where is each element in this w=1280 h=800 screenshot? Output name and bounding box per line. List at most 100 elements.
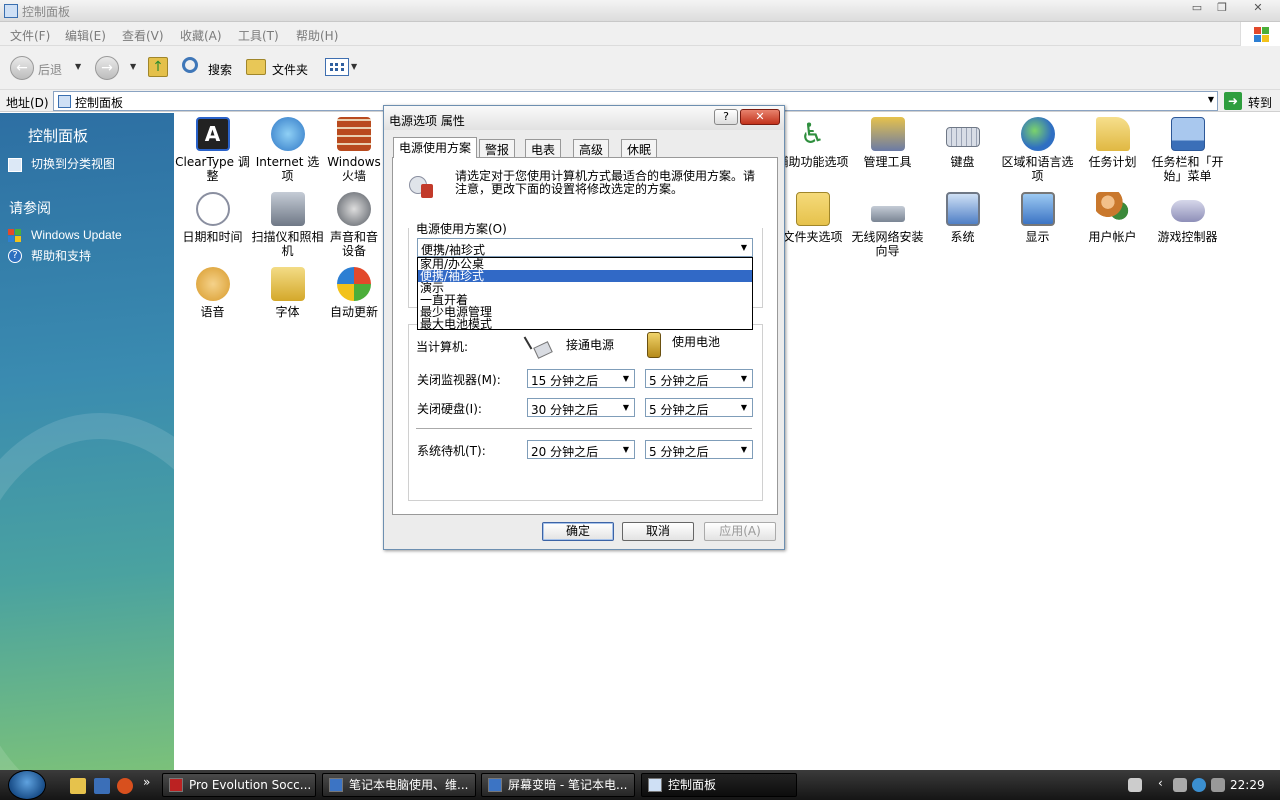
keyboard-item[interactable]: 键盘 bbox=[925, 117, 1000, 169]
minimize-button[interactable]: ▭ bbox=[1186, 1, 1208, 15]
up-folder-icon[interactable]: ↑ bbox=[148, 57, 168, 77]
scheme-option-selected[interactable]: 便携/袖珍式 bbox=[418, 270, 752, 282]
taskbar-start-item[interactable]: 任务栏和「开始」菜单 bbox=[1150, 117, 1225, 183]
ie-icon bbox=[488, 778, 502, 792]
task-button-laptop-guide[interactable]: 笔记本电脑使用、维... bbox=[322, 773, 476, 797]
tab-advanced[interactable]: 高级 bbox=[573, 139, 610, 157]
dialog-close-button[interactable]: ✕ bbox=[740, 109, 780, 125]
sound-devices-item[interactable]: 声音和音设备 bbox=[325, 192, 383, 258]
forward-arrow-icon[interactable]: → bbox=[95, 56, 119, 80]
user-accounts-icon bbox=[1095, 192, 1130, 226]
start-button[interactable] bbox=[8, 770, 46, 800]
scheduled-tasks-item[interactable]: 任务计划 bbox=[1075, 117, 1150, 169]
task-button-screen-dim[interactable]: 屏幕变暗 - 笔记本电... bbox=[481, 773, 635, 797]
cancel-button[interactable]: 取消 bbox=[622, 522, 694, 541]
scanners-cameras-item[interactable]: 扫描仪和照相机 bbox=[250, 192, 325, 258]
display-icon bbox=[1020, 192, 1055, 226]
tray-expand-icon[interactable]: ‹ bbox=[1158, 776, 1163, 790]
back-button[interactable]: 后退 bbox=[38, 61, 62, 78]
windows-update-link[interactable]: Windows Update bbox=[31, 228, 122, 242]
maximize-button[interactable]: ❐ bbox=[1211, 1, 1233, 15]
date-time-item[interactable]: 日期和时间 bbox=[175, 192, 250, 244]
game-controllers-item[interactable]: 游戏控制器 bbox=[1150, 192, 1225, 244]
power-tray-icon[interactable] bbox=[1173, 778, 1187, 792]
keyboard-tray-icon[interactable] bbox=[1128, 778, 1142, 792]
scheme-option[interactable]: 演示 bbox=[418, 282, 752, 294]
chevron-down-icon[interactable]: ▼ bbox=[737, 371, 751, 386]
menu-favorites[interactable]: 收藏(A) bbox=[180, 27, 222, 44]
ok-button[interactable]: 确定 bbox=[542, 522, 614, 541]
search-icon[interactable] bbox=[182, 57, 198, 73]
dialog-title: 电源选项 属性 bbox=[389, 114, 465, 128]
user-accounts-item[interactable]: 用户帐户 bbox=[1075, 192, 1150, 244]
quicklaunch-app-icon[interactable] bbox=[117, 778, 133, 794]
back-arrow-icon[interactable]: ← bbox=[10, 56, 34, 80]
folders-icon[interactable] bbox=[246, 59, 266, 75]
display-item[interactable]: 显示 bbox=[1000, 192, 1075, 244]
system-item[interactable]: 系统 bbox=[925, 192, 1000, 244]
tab-hibernate[interactable]: 休眠 bbox=[621, 139, 658, 157]
tab-power-schemes[interactable]: 电源使用方案 bbox=[393, 137, 478, 158]
standby-ac-select[interactable]: 20 分钟之后 ▼ bbox=[527, 440, 635, 459]
chevron-down-icon[interactable]: ▼ bbox=[619, 371, 633, 386]
apply-button[interactable]: 应用(A) bbox=[704, 522, 776, 541]
back-dropdown-icon[interactable]: ▼ bbox=[75, 62, 81, 71]
menu-file[interactable]: 文件(F) bbox=[10, 27, 50, 44]
quicklaunch-doc-icon[interactable] bbox=[94, 778, 110, 794]
scheme-option[interactable]: 最大电池模式 bbox=[418, 318, 752, 330]
window-title: 控制面板 bbox=[22, 5, 71, 19]
regional-language-item[interactable]: 区域和语言选项 bbox=[1000, 117, 1075, 183]
folders-button[interactable]: 文件夹 bbox=[272, 61, 308, 78]
menu-tools[interactable]: 工具(T) bbox=[238, 27, 279, 44]
search-button[interactable]: 搜索 bbox=[208, 61, 232, 78]
views-icon[interactable] bbox=[325, 58, 349, 76]
scheme-dropdown-list[interactable]: 家用/办公桌 便携/袖珍式 演示 一直开着 最少电源管理 最大电池模式 bbox=[417, 257, 753, 330]
chevron-down-icon[interactable]: ▼ bbox=[1208, 95, 1214, 104]
network-tray-icon[interactable] bbox=[1192, 778, 1206, 792]
clock[interactable]: 22:29 bbox=[1230, 778, 1265, 792]
standby-dc-select[interactable]: 5 分钟之后 ▼ bbox=[645, 440, 753, 459]
views-dropdown-icon[interactable]: ▼ bbox=[351, 62, 357, 71]
volume-tray-icon[interactable] bbox=[1211, 778, 1225, 792]
help-button[interactable]: ? bbox=[714, 109, 738, 125]
chevron-down-icon[interactable]: ▼ bbox=[737, 400, 751, 415]
cleartype-item[interactable]: A ClearType 调整 bbox=[175, 117, 250, 183]
chevron-down-icon[interactable]: ▼ bbox=[737, 240, 751, 255]
chevron-down-icon[interactable]: ▼ bbox=[737, 442, 751, 457]
folder-options-item[interactable]: 文件夹选项 bbox=[775, 192, 850, 244]
quicklaunch-overflow-icon[interactable]: » bbox=[143, 775, 150, 789]
accessibility-item[interactable]: ♿ 辅助功能选项 bbox=[775, 117, 850, 169]
chevron-down-icon[interactable]: ▼ bbox=[619, 442, 633, 457]
go-button[interactable]: ➜ 转到 bbox=[1222, 91, 1280, 111]
quicklaunch-user-icon[interactable] bbox=[70, 778, 86, 794]
switch-category-view-link[interactable]: 切换到分类视图 bbox=[31, 155, 115, 172]
internet-options-item[interactable]: Internet 选项 bbox=[250, 117, 325, 183]
chevron-down-icon[interactable]: ▼ bbox=[619, 400, 633, 415]
disk-dc-select[interactable]: 5 分钟之后 ▼ bbox=[645, 398, 753, 417]
auto-update-item[interactable]: 自动更新 bbox=[325, 267, 383, 319]
scheme-select[interactable]: 便携/袖珍式 ▼ bbox=[417, 238, 753, 257]
help-support-link[interactable]: 帮助和支持 bbox=[31, 247, 91, 264]
ie-icon bbox=[329, 778, 343, 792]
monitor-dc-select[interactable]: 5 分钟之后 ▼ bbox=[645, 369, 753, 388]
task-button-pes[interactable]: Pro Evolution Socc... bbox=[162, 773, 316, 797]
firewall-item[interactable]: Windows 火墙 bbox=[325, 117, 383, 183]
menu-view[interactable]: 查看(V) bbox=[122, 27, 164, 44]
monitor-ac-select[interactable]: 15 分钟之后 ▼ bbox=[527, 369, 635, 388]
icon-label: ClearType 调整 bbox=[175, 155, 250, 183]
close-button[interactable]: ✕ bbox=[1247, 1, 1269, 15]
wireless-wizard-item[interactable]: 无线网络安装向导 bbox=[850, 192, 925, 258]
forward-dropdown-icon[interactable]: ▼ bbox=[130, 62, 136, 71]
disk-ac-select[interactable]: 30 分钟之后 ▼ bbox=[527, 398, 635, 417]
tab-alarms[interactable]: 警报 bbox=[479, 139, 516, 157]
tab-power-meter[interactable]: 电表 bbox=[525, 139, 562, 157]
admin-tools-item[interactable]: 管理工具 bbox=[850, 117, 925, 169]
menu-edit[interactable]: 编辑(E) bbox=[65, 27, 106, 44]
task-button-control-panel[interactable]: 控制面板 bbox=[641, 773, 797, 797]
speech-item[interactable]: 语音 bbox=[175, 267, 250, 319]
power-schemes-panel: 请选定对于您使用计算机方式最适合的电源使用方案。请注意，更改下面的设置将修改选定… bbox=[392, 157, 778, 515]
fonts-item[interactable]: 字体 bbox=[250, 267, 325, 319]
on-battery-label: 使用电池 bbox=[672, 335, 721, 349]
control-panel-icon bbox=[4, 4, 18, 18]
menu-help[interactable]: 帮助(H) bbox=[296, 27, 338, 44]
